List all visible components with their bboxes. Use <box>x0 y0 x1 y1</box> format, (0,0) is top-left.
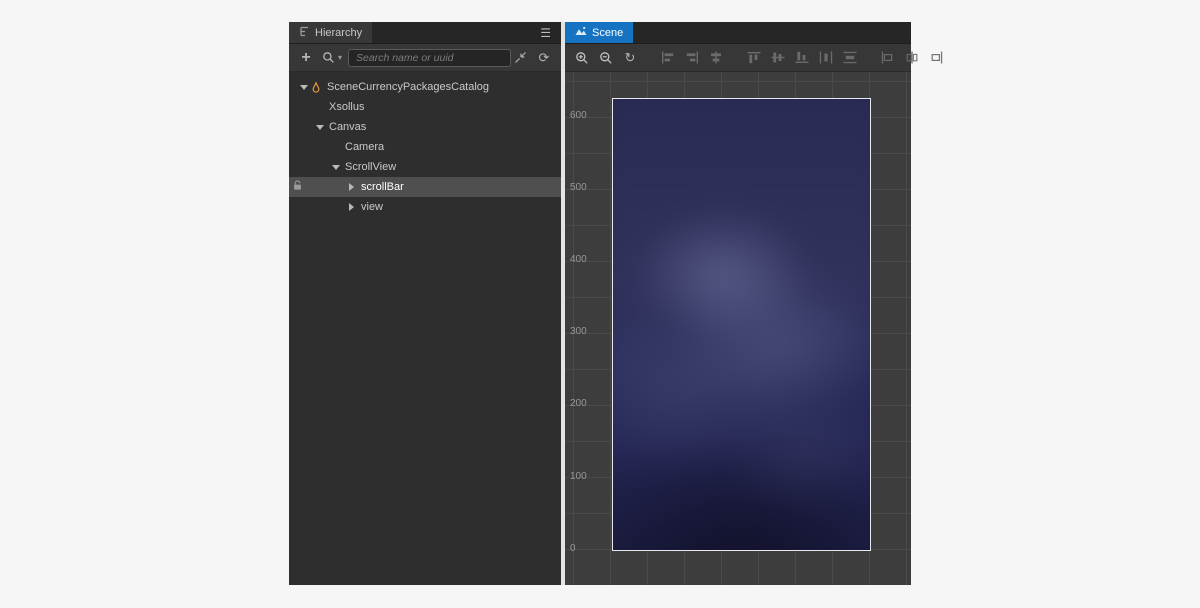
tree-item-label: Canvas <box>329 121 366 133</box>
zoom-out-icon[interactable] <box>597 48 615 68</box>
expander-icon[interactable] <box>345 201 358 214</box>
ruler-label: 600 <box>570 109 587 123</box>
reset-view-icon[interactable]: ↻ <box>621 48 639 68</box>
scene-panel: Scene ↻ <box>565 22 911 585</box>
expander-spacer <box>329 141 342 154</box>
refresh-icon[interactable]: ⟳ <box>535 48 553 68</box>
editor-window: Hierarchy ☰ + ▾ ⟳ <box>289 22 911 585</box>
ruler-label: 300 <box>570 325 587 339</box>
scene-image-icon <box>575 26 587 39</box>
scene-viewport[interactable]: 600 500 400 300 200 100 0 <box>565 72 911 585</box>
hierarchy-tree-icon <box>299 26 310 40</box>
align-top-icon[interactable] <box>745 48 763 68</box>
distribute-horizontal-icon[interactable] <box>817 48 835 68</box>
scene-toolbar: ↻ <box>565 44 911 72</box>
tree-item-label: Xsollus <box>329 101 364 113</box>
tree-item-label: SceneCurrencyPackagesCatalog <box>327 81 489 93</box>
tree-item-label: view <box>361 201 383 213</box>
hierarchy-tab-bar: Hierarchy ☰ <box>289 22 561 44</box>
tree-item-xsollus[interactable]: Xsollus <box>289 97 561 117</box>
tabbar-spacer <box>372 22 530 43</box>
ruler-label: 400 <box>570 253 587 267</box>
expander-icon[interactable] <box>345 181 358 194</box>
tree-item-camera[interactable]: Camera <box>289 137 561 157</box>
align-horizontal-center-icon[interactable] <box>707 48 725 68</box>
hierarchy-toolbar: + ▾ ⟳ <box>289 44 561 72</box>
ruler-label: 100 <box>570 470 587 484</box>
hierarchy-menu-icon[interactable]: ☰ <box>530 22 561 43</box>
stretch-both-icon[interactable] <box>927 48 945 68</box>
search-filter-dropdown[interactable]: ▾ <box>319 48 342 68</box>
tree-item-scene-root[interactable]: SceneCurrencyPackagesCatalog <box>289 77 561 97</box>
zoom-in-icon[interactable] <box>573 48 591 68</box>
expander-icon[interactable] <box>313 121 326 134</box>
distribute-vertical-icon[interactable] <box>841 48 859 68</box>
scene-canvas-image <box>612 98 871 551</box>
ruler-label: 500 <box>570 181 587 195</box>
collapse-all-icon[interactable] <box>511 48 529 68</box>
tree-item-canvas[interactable]: Canvas <box>289 117 561 137</box>
tree-item-scrollbar[interactable]: scrollBar <box>289 177 561 197</box>
align-left-icon[interactable] <box>659 48 677 68</box>
stretch-vertical-icon[interactable] <box>903 48 921 68</box>
tree-item-label: scrollBar <box>361 181 404 193</box>
ruler-label: 0 <box>570 542 576 556</box>
expander-icon[interactable] <box>329 161 342 174</box>
chevron-down-icon: ▾ <box>338 53 342 62</box>
tree-item-scrollview[interactable]: ScrollView <box>289 157 561 177</box>
tab-hierarchy[interactable]: Hierarchy <box>289 22 372 43</box>
add-node-button[interactable]: + <box>297 48 315 68</box>
expander-spacer <box>313 101 326 114</box>
tab-scene-label: Scene <box>592 27 623 39</box>
ruler-label: 200 <box>570 397 587 411</box>
tree-item-label: ScrollView <box>345 161 396 173</box>
tab-scene[interactable]: Scene <box>565 22 633 43</box>
search-icon <box>319 48 337 68</box>
flame-icon <box>311 81 321 94</box>
align-vertical-center-icon[interactable] <box>769 48 787 68</box>
scene-canvas-preview[interactable] <box>612 98 871 551</box>
lock-icon[interactable] <box>293 180 302 191</box>
hierarchy-tree: SceneCurrencyPackagesCatalog Xsollus Can… <box>289 72 561 585</box>
search-input[interactable] <box>348 49 511 67</box>
tree-item-view[interactable]: view <box>289 197 561 217</box>
align-right-icon[interactable] <box>683 48 701 68</box>
tree-item-label: Camera <box>345 141 384 153</box>
expander-icon[interactable] <box>297 81 310 94</box>
stretch-horizontal-icon[interactable] <box>879 48 897 68</box>
scene-tab-bar: Scene <box>565 22 911 44</box>
hierarchy-panel: Hierarchy ☰ + ▾ ⟳ <box>289 22 561 585</box>
align-bottom-icon[interactable] <box>793 48 811 68</box>
tab-hierarchy-label: Hierarchy <box>315 27 362 39</box>
